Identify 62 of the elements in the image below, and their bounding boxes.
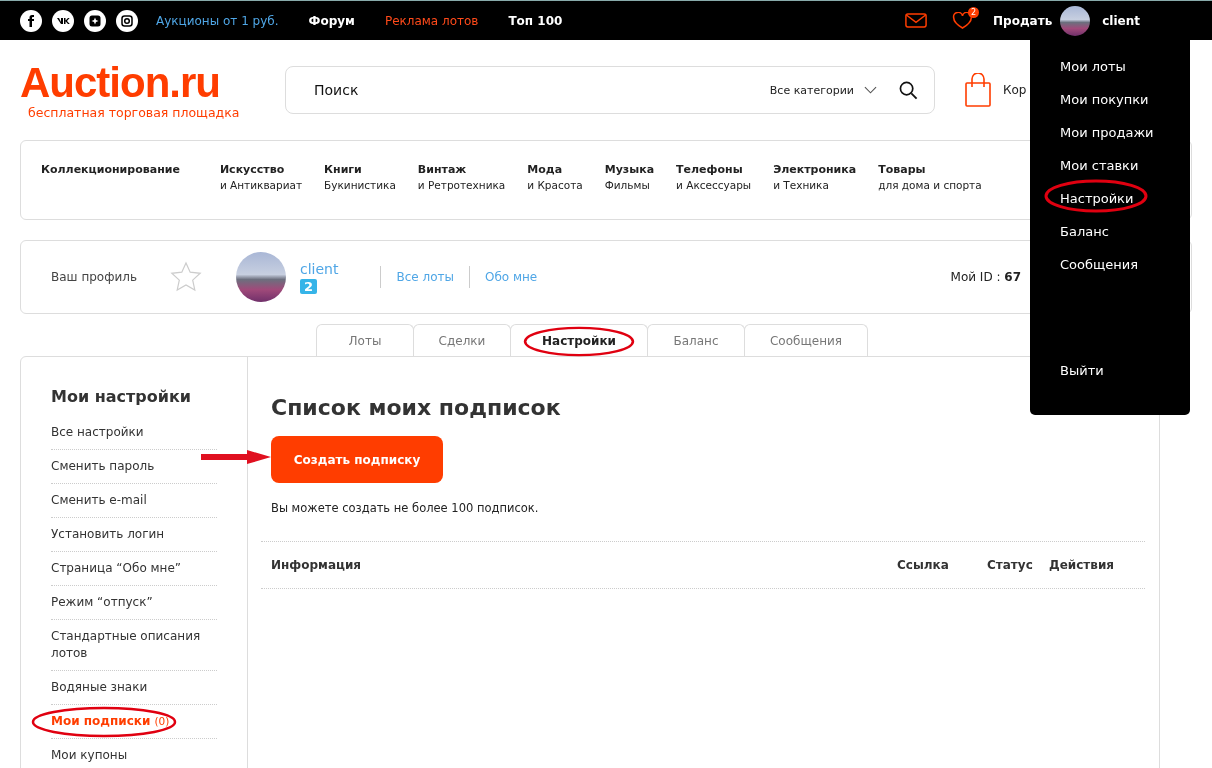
page-title: Список моих подписок	[271, 395, 562, 420]
column-header: Информация	[271, 558, 362, 572]
search-icon[interactable]	[899, 80, 918, 100]
menu-item[interactable]: Сообщения	[1060, 257, 1138, 272]
username[interactable]: client	[1102, 13, 1140, 28]
category-link[interactable]: Товары для дома и спорта	[878, 163, 982, 219]
sidebar-item[interactable]: Сменить e-mail	[51, 492, 217, 509]
category-link[interactable]: Мода и Красота	[527, 163, 583, 219]
avatar-photo-placeholder[interactable]	[1060, 5, 1091, 36]
sidebar-item[interactable]: Водяные знаки	[51, 679, 217, 696]
sidebar-title: Мои настройки	[51, 387, 193, 406]
sidebar-item[interactable]: Мои подписки (0)	[51, 713, 217, 730]
chevron-down-icon	[864, 86, 877, 94]
sidebar-item[interactable]: Режим “отпуск”	[51, 594, 217, 611]
search-field[interactable]: Поиск Все категории	[285, 66, 935, 114]
logo-tagline: бесплатная торговая площадка	[28, 104, 241, 120]
logo-wordmark[interactable]: Auction.ru	[20, 60, 285, 105]
sidebar-item[interactable]: Стандартные описания лотов	[51, 628, 217, 662]
shopping-bag-icon[interactable]	[965, 73, 991, 107]
column-header: Статус	[987, 558, 1034, 572]
instagram-icon[interactable]	[116, 9, 138, 32]
sparkle-icon[interactable]	[84, 9, 106, 32]
category-link[interactable]: Искусство и Антиквариат	[219, 163, 303, 219]
subscription-limit-note: Вы можете создать не более 100 подписок.	[271, 501, 540, 515]
sidebar-item[interactable]: Мои купоны	[51, 747, 217, 764]
category-link[interactable]: Винтаж и Ретротехника	[417, 163, 506, 219]
top-nav-link[interactable]: Топ 100	[508, 13, 563, 28]
sidebar-item[interactable]: Все настройки	[51, 424, 217, 441]
column-header: Действия	[1049, 558, 1115, 572]
vk-icon[interactable]	[52, 9, 74, 32]
menu-item[interactable]: Мои ставки	[1060, 158, 1139, 173]
star-icon[interactable]	[170, 261, 202, 293]
logout-menu-item[interactable]: Выйти	[1060, 363, 1104, 378]
user-id: Мой ID : 67	[950, 270, 1021, 284]
menu-item[interactable]: Мои продажи	[1060, 125, 1154, 140]
sidebar-item[interactable]: Сменить пароль	[51, 458, 217, 475]
favorites-count-badge: 2	[968, 6, 979, 18]
heart-icon[interactable]	[952, 11, 973, 30]
top-nav-link[interactable]: Форум	[308, 13, 355, 28]
cart-link[interactable]: Кор	[1003, 83, 1027, 97]
sidebar-item[interactable]: Установить логин	[51, 526, 217, 543]
rating-badge: 2	[300, 278, 318, 294]
menu-item[interactable]: Баланс	[1060, 224, 1109, 239]
create-subscription-button[interactable]: Создать подписку	[271, 436, 443, 483]
avatar-photo-placeholder	[236, 252, 286, 302]
profile-label: Ваш профиль	[51, 270, 137, 284]
menu-item[interactable]: Мои покупки	[1060, 92, 1149, 107]
menu-item[interactable]: Мои лоты	[1060, 59, 1126, 74]
facebook-icon[interactable]	[20, 9, 42, 32]
category-link[interactable]: Музыка Фильмы	[604, 163, 655, 219]
mail-icon[interactable]	[905, 13, 927, 28]
category-link[interactable]: Электроника и Техника	[773, 163, 857, 219]
tab[interactable]: Сообщения	[744, 324, 868, 356]
sell-link[interactable]: Продать	[993, 13, 1053, 28]
top-nav-link[interactable]: Аукционы от 1 руб.	[156, 13, 279, 28]
category-dropdown[interactable]: Все категории	[769, 83, 877, 97]
top-nav-link[interactable]: Реклама лотов	[384, 13, 479, 28]
category-link[interactable]: Коллекционирование	[41, 163, 180, 219]
category-link[interactable]: Книги Букинистика	[324, 163, 396, 219]
category-link[interactable]: Телефоны и Аксессуары	[676, 163, 752, 219]
sidebar-item[interactable]: Страница “Обо мне”	[51, 560, 217, 577]
column-header: Ссылка	[897, 558, 950, 572]
